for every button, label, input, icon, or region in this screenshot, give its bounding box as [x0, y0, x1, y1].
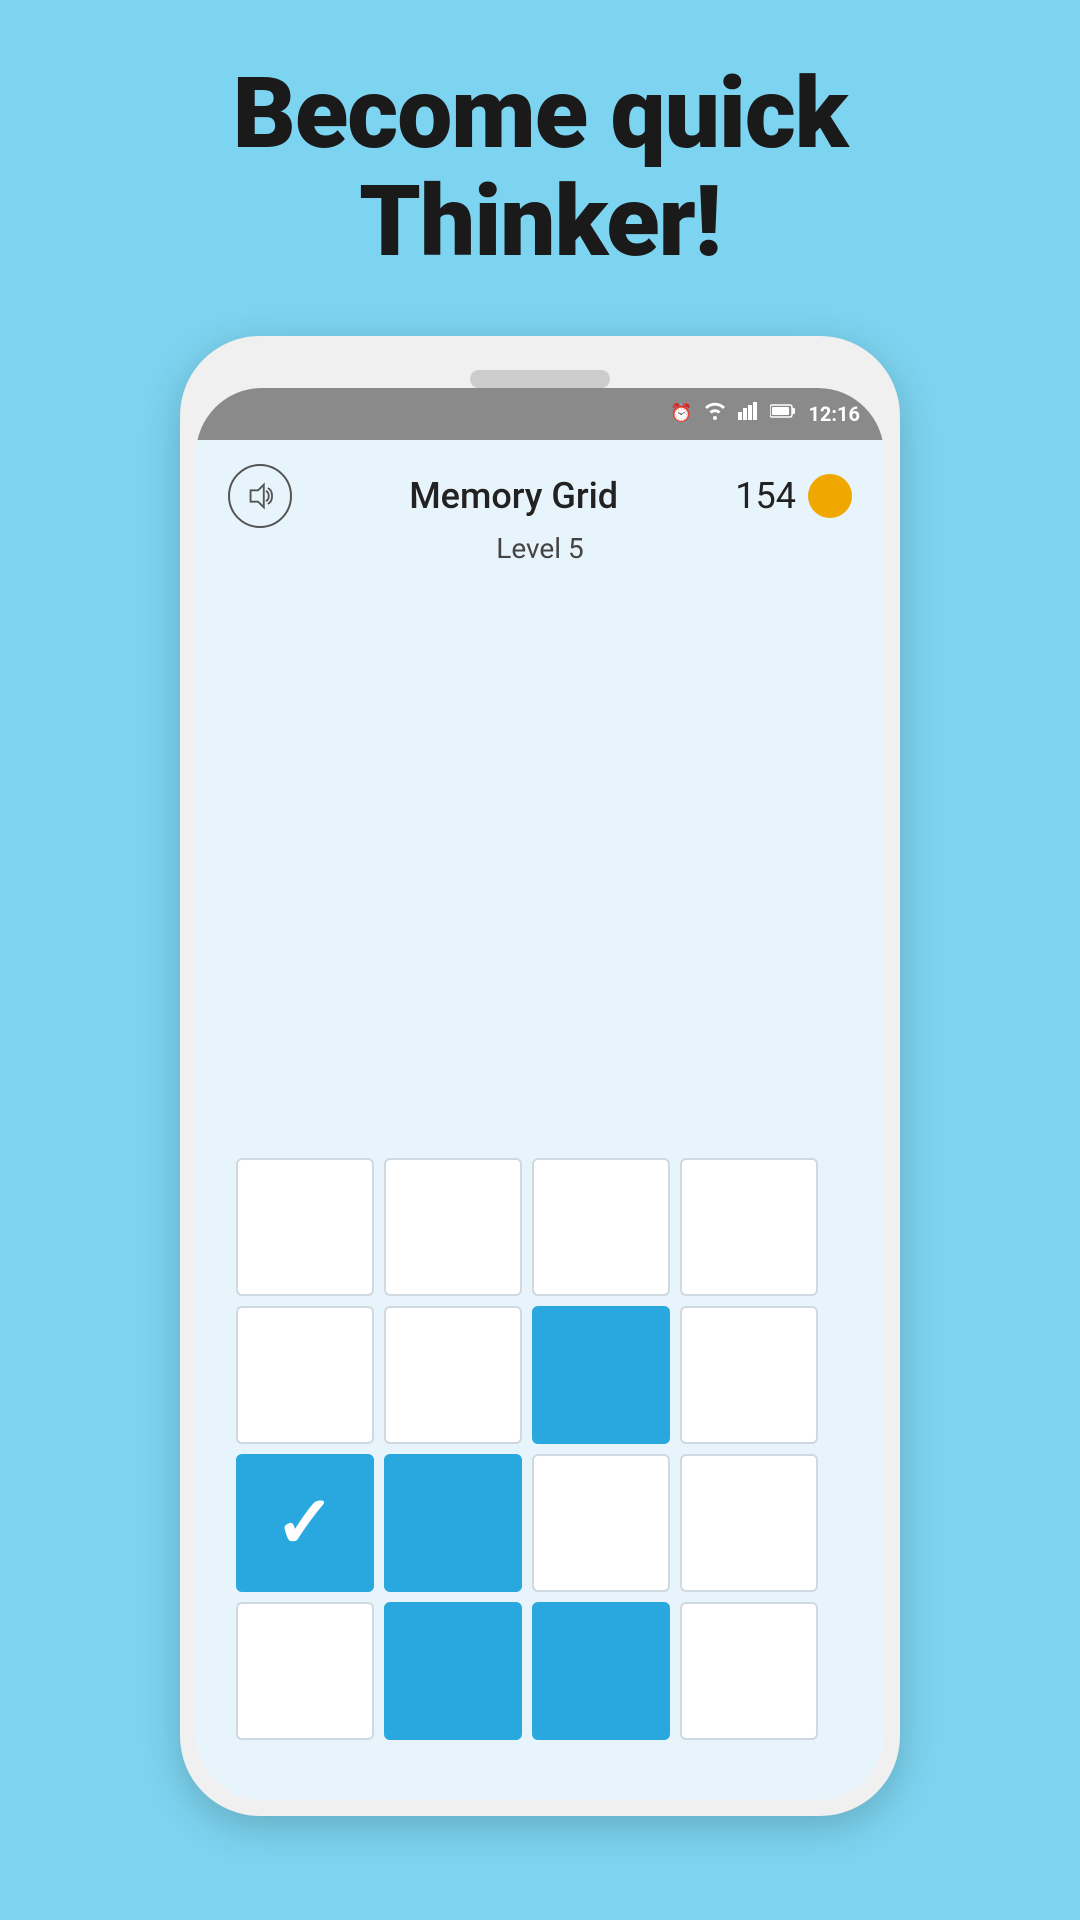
grid-row-0	[236, 1158, 844, 1296]
grid-row-1	[236, 1306, 844, 1444]
grid-cell-1-2[interactable]	[532, 1306, 670, 1444]
grid-cell-3-2[interactable]	[532, 1602, 670, 1740]
coin-icon	[808, 474, 852, 518]
grid-cell-1-3[interactable]	[680, 1306, 818, 1444]
grid-cell-2-1[interactable]	[384, 1454, 522, 1592]
grid-cell-2-0[interactable]: ✓	[236, 1454, 374, 1592]
grid-cell-2-2[interactable]	[532, 1454, 670, 1592]
promo-line2: Thinker!	[359, 164, 721, 279]
status-time: 12:16	[808, 402, 860, 426]
app-title: Memory Grid	[409, 475, 618, 517]
grid-cell-0-3[interactable]	[680, 1158, 818, 1296]
content-spacer	[196, 577, 884, 1138]
grid-cell-1-1[interactable]	[384, 1306, 522, 1444]
grid-cell-0-2[interactable]	[532, 1158, 670, 1296]
wifi-icon	[704, 402, 726, 425]
score-number: 154	[735, 475, 796, 517]
battery-icon	[770, 403, 796, 424]
grid-cell-0-0[interactable]	[236, 1158, 374, 1296]
grid-cell-1-0[interactable]	[236, 1306, 374, 1444]
grid-cell-0-1[interactable]	[384, 1158, 522, 1296]
grid-cell-3-0[interactable]	[236, 1602, 374, 1740]
phone-screen: ⏰	[196, 388, 884, 1800]
grid-row-2: ✓	[236, 1454, 844, 1592]
grid-row-3	[236, 1602, 844, 1740]
sound-button[interactable]	[228, 464, 292, 528]
grid-cell-3-1[interactable]	[384, 1602, 522, 1740]
promo-title: Become quick Thinker!	[233, 60, 848, 276]
promo-line1: Become quick	[233, 56, 848, 171]
signal-icon	[738, 402, 758, 425]
grid-cell-3-3[interactable]	[680, 1602, 818, 1740]
score-area: 154	[735, 474, 852, 518]
memory-grid: ✓	[196, 1138, 884, 1800]
alarm-icon: ⏰	[670, 403, 692, 424]
phone-speaker	[470, 370, 610, 388]
phone-frame: ⏰	[180, 336, 900, 1816]
app-content: Memory Grid 154 Level 5 ✓	[196, 440, 884, 1800]
app-header: Memory Grid 154 Level 5	[196, 440, 884, 577]
sound-icon	[243, 479, 277, 513]
status-bar: ⏰	[196, 388, 884, 440]
grid-cell-2-3[interactable]	[680, 1454, 818, 1592]
level-label: Level 5	[228, 532, 852, 565]
checkmark-icon: ✓	[275, 1487, 335, 1559]
